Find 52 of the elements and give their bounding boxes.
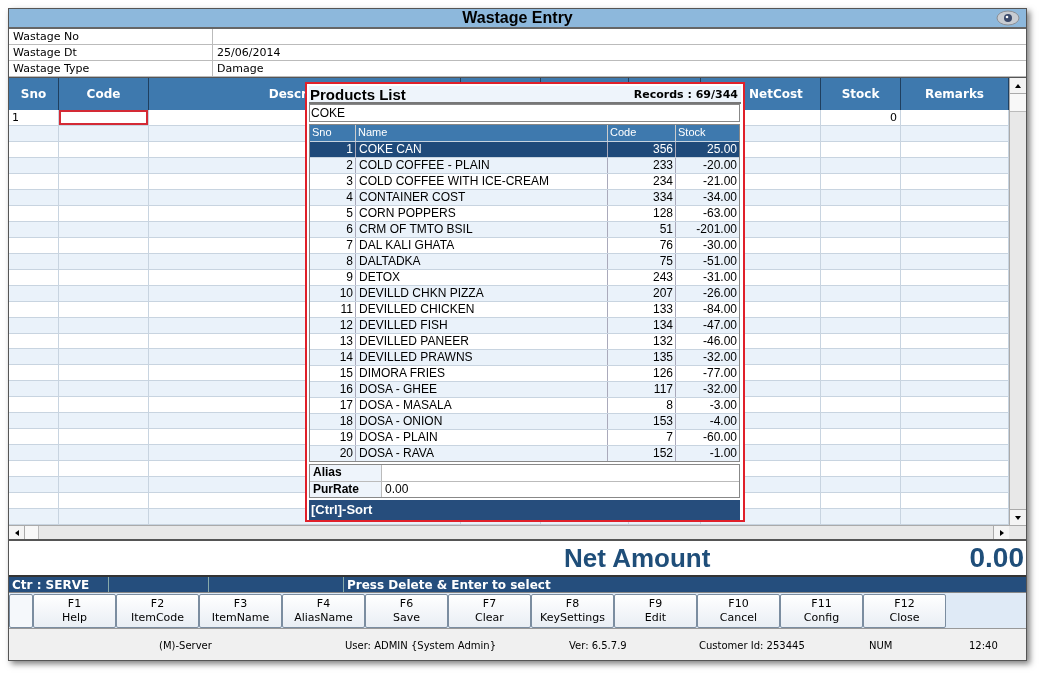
table-cell: 0 bbox=[890, 110, 897, 124]
detail-label: PurRate bbox=[310, 482, 382, 497]
column-header: NetCost bbox=[749, 85, 803, 103]
status-bar-text: Ver: 6.5.7.9 bbox=[569, 639, 627, 653]
status-bar-text: (M)-Server bbox=[159, 639, 212, 653]
status-strip-text: Ctr : SERVE bbox=[12, 578, 90, 592]
table-cell-text: -21.00 bbox=[701, 174, 738, 189]
popup-title: Products List bbox=[310, 86, 406, 102]
table-cell-text: -47.00 bbox=[701, 318, 738, 333]
detail-label: Alias bbox=[310, 465, 382, 481]
column-header: Descr bbox=[268, 85, 307, 103]
sort-hint-bar: [Ctrl]-Sort bbox=[309, 500, 740, 520]
table-cell-text: -20.00 bbox=[701, 158, 738, 173]
table-cell-text: -60.00 bbox=[701, 430, 738, 445]
field-label: Wastage Dt bbox=[9, 45, 213, 60]
table-cell-text: -31.00 bbox=[701, 270, 738, 285]
table-cell-text: -46.00 bbox=[701, 334, 738, 349]
table-cell-text: -26.00 bbox=[701, 286, 738, 301]
field-label: Wastage Type bbox=[9, 61, 213, 76]
table-cell: 152 bbox=[608, 446, 676, 461]
status-bar-text: 12:40 bbox=[969, 639, 998, 653]
table-cell: 20 bbox=[310, 446, 356, 461]
net-amount-value: 0.00 bbox=[969, 544, 1024, 572]
status-strip-text: Press Delete & Enter to select bbox=[347, 578, 551, 592]
table-cell-text: -34.00 bbox=[701, 190, 738, 205]
table-cell-text: -63.00 bbox=[701, 206, 738, 221]
status-bar-text: Customer Id: 253445 bbox=[699, 639, 805, 653]
table-cell-text: -4.00 bbox=[708, 414, 738, 429]
column-header: Stock bbox=[841, 85, 880, 103]
table-cell-text: -1.00 bbox=[708, 446, 738, 461]
net-amount-label: Net Amount bbox=[564, 545, 711, 571]
status-bar-text: NUM bbox=[869, 639, 893, 653]
column-header: Code bbox=[86, 85, 121, 103]
table-cell-text: -30.00 bbox=[701, 238, 738, 253]
table-cell-text: 25.00 bbox=[705, 142, 738, 157]
table-cell-text: -201.00 bbox=[695, 222, 738, 237]
column-header: Stock bbox=[677, 125, 707, 140]
records-count: Records : 69/344 bbox=[633, 88, 739, 100]
detail-value: 0.00 bbox=[384, 482, 410, 497]
table-cell: DOSA - RAVA bbox=[356, 446, 608, 461]
table-cell-text: -84.00 bbox=[701, 302, 738, 317]
table-cell-text: 1 bbox=[11, 110, 19, 124]
column-header: Remarks bbox=[925, 85, 984, 103]
table-cell-text: -3.00 bbox=[708, 398, 738, 413]
table-cell-text: -32.00 bbox=[701, 350, 738, 365]
field-label: Wastage No bbox=[9, 29, 213, 44]
column-header: Sno bbox=[20, 85, 47, 103]
table-cell-text: -32.00 bbox=[701, 382, 738, 397]
table-cell-text: -51.00 bbox=[701, 254, 738, 269]
status-bar-text: User: ADMIN {System Admin} bbox=[345, 639, 496, 653]
table-cell-text: -77.00 bbox=[701, 366, 738, 381]
window-title: Wastage Entry bbox=[462, 10, 573, 26]
